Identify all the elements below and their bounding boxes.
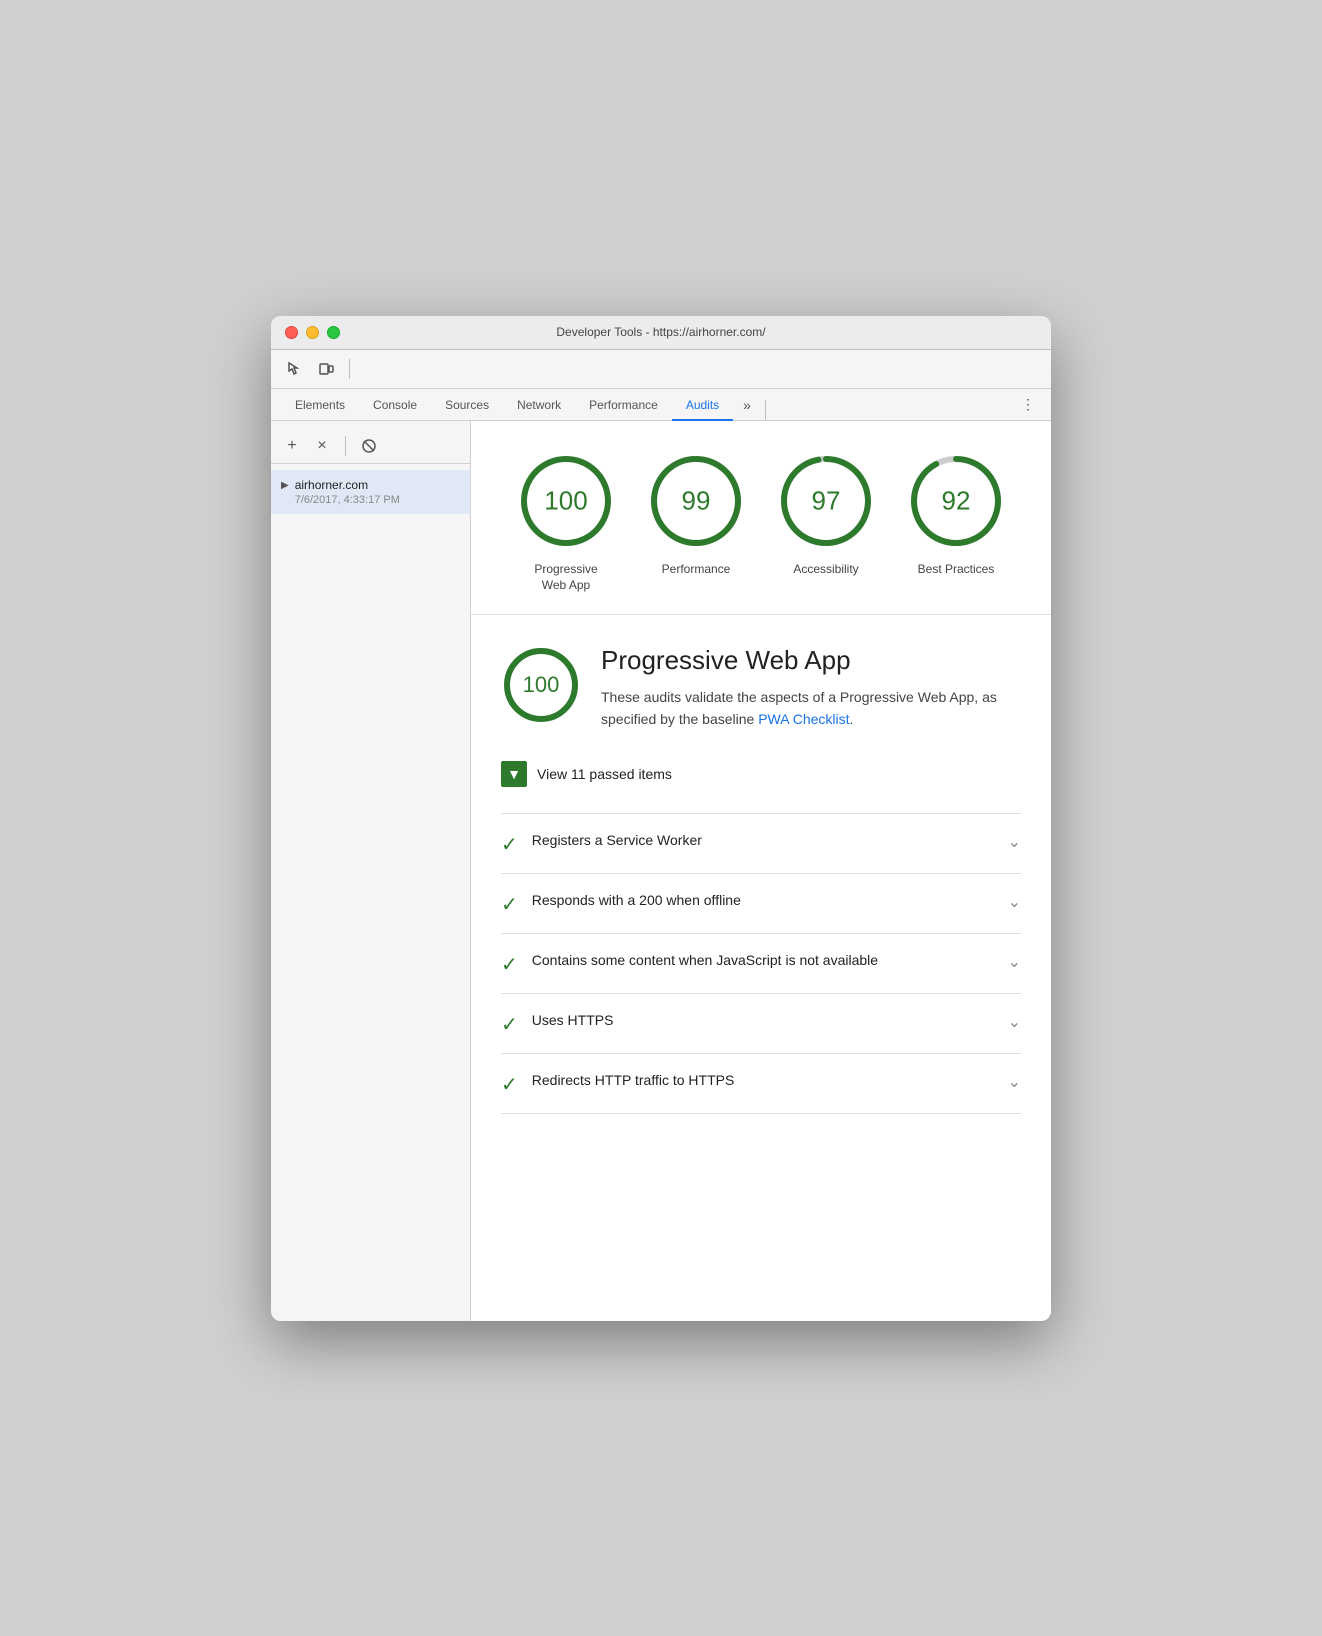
maximize-button[interactable] (327, 326, 340, 339)
score-label: Accessibility (793, 561, 858, 578)
audit-item: ✓ Uses HTTPS ⌄ (501, 994, 1021, 1054)
audit-expand-icon[interactable]: ⌄ (1008, 1072, 1021, 1092)
score-number: 99 (682, 485, 711, 516)
check-icon: ✓ (501, 1072, 518, 1097)
tab-console[interactable]: Console (359, 391, 431, 421)
content-area: 100 Progressive Web App 99 Performance (471, 421, 1051, 1321)
pwa-description-end: . (850, 711, 854, 727)
audit-item-text: Uses HTTPS (532, 1010, 994, 1031)
devtools-menu-button[interactable]: ⋮ (1015, 389, 1041, 420)
close-button[interactable] (285, 326, 298, 339)
audit-item-text: Redirects HTTP traffic to HTTPS (532, 1070, 994, 1091)
audit-item: ✓ Contains some content when JavaScript … (501, 934, 1021, 994)
sidebar-add-button[interactable]: + (281, 435, 303, 457)
audit-item: ✓ Responds with a 200 when offline ⌄ (501, 874, 1021, 934)
tab-sources[interactable]: Sources (431, 391, 503, 421)
minimize-button[interactable] (306, 326, 319, 339)
score-label: Performance (662, 561, 731, 578)
tab-performance[interactable]: Performance (575, 391, 672, 421)
pwa-info: Progressive Web App These audits validat… (601, 645, 1021, 731)
tab-audits[interactable]: Audits (672, 391, 733, 421)
tab-elements[interactable]: Elements (281, 391, 359, 421)
pwa-checklist-link[interactable]: PWA Checklist (758, 711, 849, 727)
passed-icon: ▼ (501, 761, 527, 787)
tab-network[interactable]: Network (503, 391, 575, 421)
audit-item-text: Contains some content when JavaScript is… (532, 950, 994, 971)
tab-divider (765, 400, 766, 420)
audit-item-text: Responds with a 200 when offline (532, 890, 994, 911)
audit-item: ✓ Registers a Service Worker ⌄ (501, 814, 1021, 874)
toolbar-divider (349, 359, 350, 379)
toolbar (271, 350, 1051, 389)
check-icon: ✓ (501, 832, 518, 857)
view-passed-text: View 11 passed items (537, 766, 672, 782)
sidebar-item-airhorner[interactable]: ▶ airhorner.com 7/6/2017, 4:33:17 PM (271, 470, 470, 514)
pwa-header: 100 Progressive Web App These audits val… (501, 645, 1021, 731)
check-icon: ✓ (501, 1012, 518, 1037)
devtools-window: Developer Tools - https://airhorner.com/… (271, 316, 1051, 1321)
check-icon: ✓ (501, 892, 518, 917)
chevron-down-icon: ▼ (507, 767, 521, 781)
sidebar-toolbar-divider (345, 436, 346, 456)
inspect-icon[interactable] (281, 356, 307, 382)
sidebar: + × ▶ airhorner.com 7/6/2017, 4:33:17 PM (271, 421, 471, 1321)
pwa-score-circle: 100 (501, 645, 581, 725)
view-passed-button[interactable]: ▼ View 11 passed items (501, 751, 1021, 797)
score-item: 92 Best Practices (906, 451, 1006, 578)
check-icon: ✓ (501, 952, 518, 977)
score-circle: 92 (906, 451, 1006, 551)
audit-item: ✓ Redirects HTTP traffic to HTTPS ⌄ (501, 1054, 1021, 1114)
sidebar-block-button[interactable] (358, 435, 380, 457)
score-item: 97 Accessibility (776, 451, 876, 578)
score-circle: 100 (516, 451, 616, 551)
sidebar-item-title: airhorner.com (295, 478, 400, 492)
audit-expand-icon[interactable]: ⌄ (1008, 952, 1021, 972)
pwa-description: These audits validate the aspects of a P… (601, 686, 1021, 731)
audit-expand-icon[interactable]: ⌄ (1008, 1012, 1021, 1032)
audit-expand-icon[interactable]: ⌄ (1008, 892, 1021, 912)
score-label: Progressive Web App (521, 561, 611, 595)
score-item: 100 Progressive Web App (516, 451, 616, 595)
sidebar-close-button[interactable]: × (311, 435, 333, 457)
scores-section: 100 Progressive Web App 99 Performance (471, 421, 1051, 616)
sidebar-item-triangle: ▶ (281, 480, 289, 491)
main-layout: + × ▶ airhorner.com 7/6/2017, 4:33:17 PM (271, 421, 1051, 1321)
title-bar: Developer Tools - https://airhorner.com/ (271, 316, 1051, 350)
score-number: 100 (544, 485, 587, 516)
sidebar-toolbar: + × (271, 429, 470, 464)
score-number: 92 (942, 485, 971, 516)
audit-expand-icon[interactable]: ⌄ (1008, 832, 1021, 852)
pwa-title: Progressive Web App (601, 645, 1021, 676)
device-icon[interactable] (313, 356, 339, 382)
tab-bar: Elements Console Sources Network Perform… (271, 389, 1051, 421)
audit-item-text: Registers a Service Worker (532, 830, 994, 851)
score-label: Best Practices (918, 561, 995, 578)
score-item: 99 Performance (646, 451, 746, 578)
window-title: Developer Tools - https://airhorner.com/ (556, 325, 765, 339)
pwa-score-number: 100 (523, 672, 560, 698)
audit-list: ✓ Registers a Service Worker ⌄ ✓ Respond… (501, 813, 1021, 1114)
score-number: 97 (812, 485, 841, 516)
sidebar-item-info: airhorner.com 7/6/2017, 4:33:17 PM (295, 478, 400, 506)
score-circle: 99 (646, 451, 746, 551)
traffic-lights (285, 326, 340, 339)
score-circle: 97 (776, 451, 876, 551)
tab-more-button[interactable]: » (733, 390, 761, 420)
pwa-section: 100 Progressive Web App These audits val… (471, 615, 1051, 1134)
sidebar-item-subtitle: 7/6/2017, 4:33:17 PM (295, 494, 400, 506)
